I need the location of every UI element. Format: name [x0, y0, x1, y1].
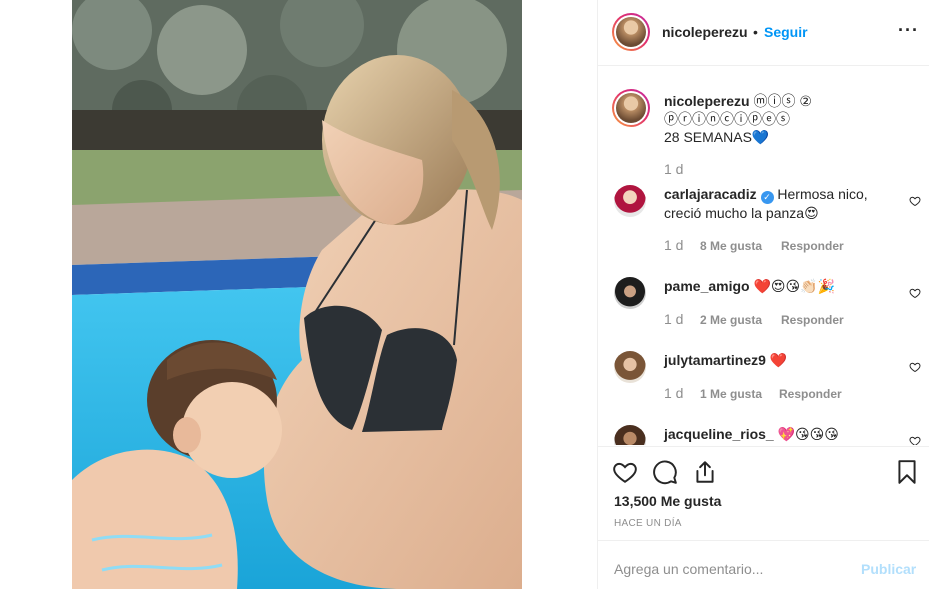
post-author-avatar[interactable]: [612, 13, 650, 51]
comment-reply-button[interactable]: Responder: [781, 239, 844, 253]
comment-item: carlajaracadiz ✓ Hermosa nico, creció mu…: [664, 185, 896, 222]
add-comment-bar: Agrega un comentario... Publicar: [598, 540, 929, 589]
caption-text-line3: 28 SEMANAS💙: [664, 129, 770, 145]
comment-item: pame_amigo ❤️😍😘👏🏻🎉: [664, 277, 896, 295]
comment-time[interactable]: 1 d: [664, 237, 683, 253]
share-icon[interactable]: [692, 459, 718, 485]
comment-avatar[interactable]: [614, 277, 646, 309]
post-actions: 13,500 Me gusta HACE UN DÍA: [598, 446, 929, 541]
comment-avatar[interactable]: [614, 185, 646, 217]
comment-time[interactable]: 1 d: [664, 385, 683, 401]
comment-like-heart-icon[interactable]: [909, 287, 921, 299]
caption: nicoleperezu ⓜⓘⓢ ② ⓟⓡⓘⓝⓒⓘⓟⓔⓢ 28 SEMANAS💙: [664, 92, 914, 146]
post-header: nicoleperezu • Seguir ···: [598, 0, 929, 66]
avatar-image: [616, 17, 646, 47]
comment-likes[interactable]: 1 Me gusta: [700, 387, 762, 401]
post-photo-illustration: [72, 0, 522, 589]
comment-text: 💖😘😘😘: [777, 426, 839, 442]
post-side-panel: nicoleperezu • Seguir ··· nicoleperezu ⓜ…: [597, 0, 929, 589]
comment-avatar[interactable]: [614, 351, 646, 383]
comment-reply-button[interactable]: Responder: [779, 387, 842, 401]
comment-input[interactable]: Agrega un comentario...: [614, 561, 763, 577]
comment-avatar[interactable]: [614, 425, 646, 445]
comment-like-heart-icon[interactable]: [909, 435, 921, 445]
comment-likes[interactable]: 2 Me gusta: [700, 313, 762, 327]
follow-button[interactable]: Seguir: [764, 24, 808, 40]
comment-like-heart-icon[interactable]: [909, 361, 921, 373]
comment-username[interactable]: jacqueline_rios_: [664, 426, 774, 442]
comment-item: julytamartinez9 ❤️: [664, 351, 896, 369]
comment-username[interactable]: carlajaracadiz: [664, 186, 757, 202]
instagram-post-view: nicoleperezu • Seguir ··· nicoleperezu ⓜ…: [0, 0, 929, 589]
comment-item: jacqueline_rios_ 💖😘😘😘: [664, 425, 896, 443]
avatar-image: [616, 93, 646, 123]
comment-likes[interactable]: 8 Me gusta: [700, 239, 762, 253]
caption-author-avatar[interactable]: [612, 89, 650, 127]
post-author-username[interactable]: nicoleperezu: [662, 24, 748, 40]
caption-text-line1: ⓜⓘⓢ ②: [753, 93, 812, 109]
comment-username[interactable]: julytamartinez9: [664, 352, 766, 368]
comment-text: ❤️😍😘👏🏻🎉: [753, 278, 835, 294]
comment-reply-button[interactable]: Responder: [781, 313, 844, 327]
post-comment-button[interactable]: Publicar: [861, 561, 916, 577]
comment-icon[interactable]: [652, 459, 678, 485]
caption-time[interactable]: 1 d: [664, 161, 683, 177]
bookmark-icon[interactable]: [894, 459, 920, 485]
post-timestamp[interactable]: HACE UN DÍA: [614, 518, 682, 529]
comment-time[interactable]: 1 d: [664, 311, 683, 327]
comment-text: ❤️: [769, 352, 788, 368]
likes-count[interactable]: 13,500 Me gusta: [614, 493, 721, 509]
verified-badge-icon: ✓: [760, 191, 774, 204]
caption-username[interactable]: nicoleperezu: [664, 93, 750, 109]
comment-like-heart-icon[interactable]: [909, 195, 921, 207]
post-photo[interactable]: [72, 0, 522, 589]
comments-list[interactable]: nicoleperezu ⓜⓘⓢ ② ⓟⓡⓘⓝⓒⓘⓟⓔⓢ 28 SEMANAS💙…: [598, 67, 929, 445]
caption-text-line2: ⓟⓡⓘⓝⓒⓘⓟⓔⓢ: [664, 111, 790, 127]
heart-icon[interactable]: [612, 459, 638, 485]
comment-username[interactable]: pame_amigo: [664, 278, 750, 294]
separator-dot: •: [753, 24, 758, 40]
more-options-button[interactable]: ···: [898, 20, 919, 41]
